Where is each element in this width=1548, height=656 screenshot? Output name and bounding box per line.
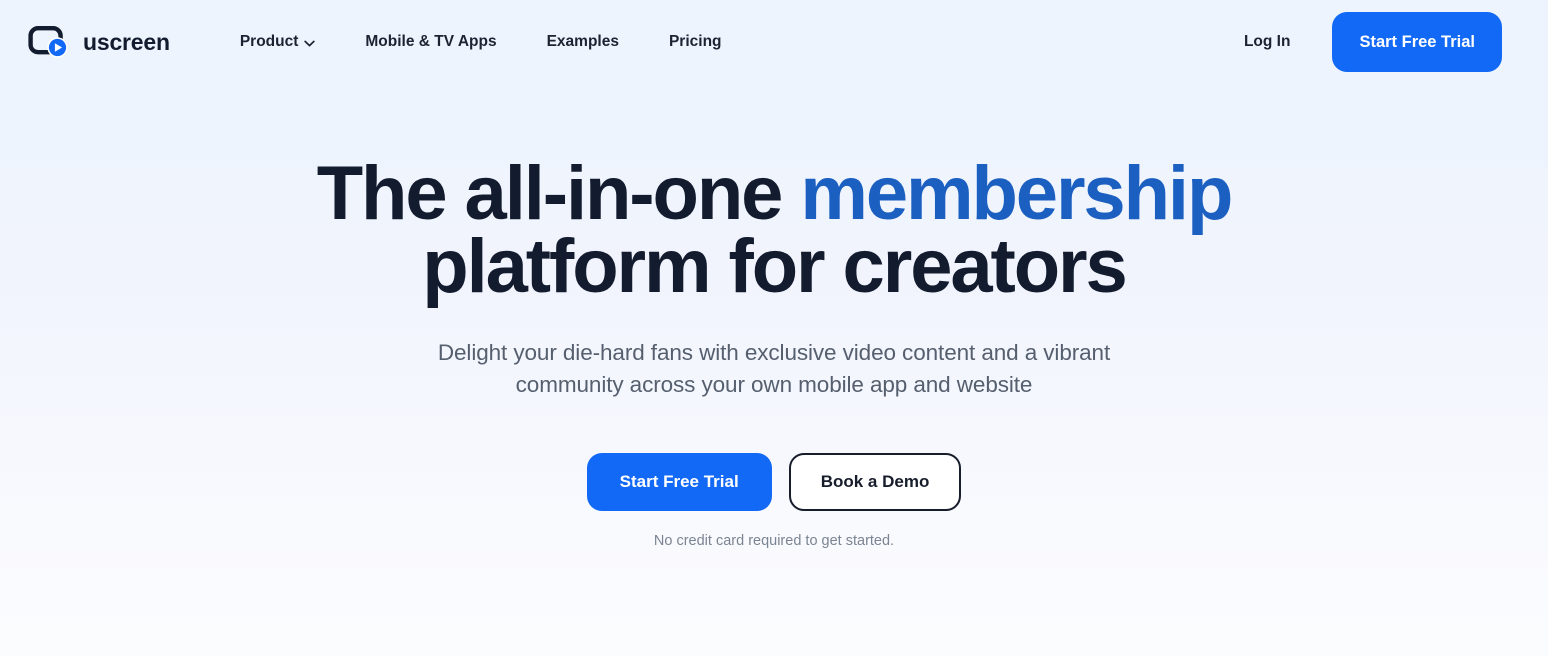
hero-fineprint: No credit card required to get started. (653, 533, 895, 549)
nav-item-examples-label: Examples (546, 33, 619, 50)
nav-item-product[interactable]: Product (222, 23, 341, 61)
nav-item-pricing-label: Pricing (668, 33, 722, 50)
brand-logo-link[interactable]: uscreen (28, 25, 170, 59)
hero-start-free-trial-button[interactable]: Start Free Trial (586, 453, 772, 511)
headline-line-3: creators (842, 224, 1128, 309)
header-start-free-trial-button[interactable]: Start Free Trial (1332, 12, 1502, 72)
uscreen-play-logo-icon (28, 25, 72, 59)
hero-cta-row: Start Free Trial Book a Demo (0, 401, 1548, 511)
header-actions: Log In Start Free Trial (1226, 12, 1502, 72)
login-link[interactable]: Log In (1226, 23, 1309, 61)
nav-item-examples[interactable]: Examples (522, 23, 644, 61)
page-title: The all-in-one membership platform for c… (254, 84, 1294, 305)
nav-item-mobile-tv-apps[interactable]: Mobile & TV Apps (340, 23, 521, 61)
site-header: uscreen Product Mobile & TV Apps Example… (0, 0, 1548, 84)
nav-item-pricing[interactable]: Pricing (644, 23, 747, 61)
hero-book-a-demo-button[interactable]: Book a Demo (788, 453, 962, 511)
headline-line-2-rest: platform for (422, 224, 825, 309)
hero-subheadline: Delight your die-hard fans with exclusiv… (437, 340, 1111, 397)
nav-item-product-label: Product (239, 33, 299, 50)
main-nav: Product Mobile & TV Apps Examples Pricin… (222, 23, 747, 61)
hero-section: The all-in-one membership platform for c… (0, 84, 1548, 550)
landing-page: uscreen Product Mobile & TV Apps Example… (0, 0, 1548, 656)
nav-item-mobile-tv-apps-label: Mobile & TV Apps (365, 33, 497, 50)
brand-name: uscreen (83, 28, 170, 55)
chevron-down-icon (304, 40, 316, 46)
